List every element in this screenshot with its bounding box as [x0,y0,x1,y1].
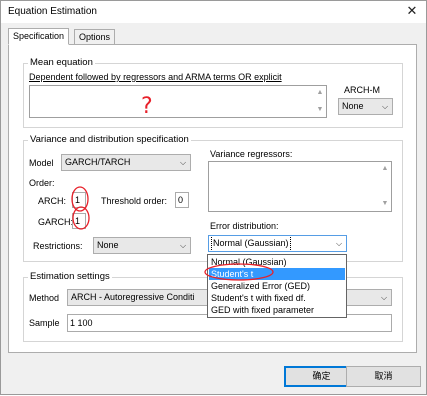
arch-m-label: ARCH-M [344,85,380,95]
variance-regressors-label: Variance regressors: [210,149,293,159]
estimation-group-label: Estimation settings [28,271,112,282]
scroll-down-icon[interactable]: ▼ [314,104,326,116]
chevron-down-icon: ⌵ [176,155,190,170]
arch-order-input[interactable]: 1 [72,192,86,208]
threshold-order-input[interactable]: 0 [175,192,189,208]
arch-m-select[interactable]: None ⌵ [338,98,393,115]
mean-equation-label: Mean equation [28,57,95,68]
list-item[interactable]: Student's t with fixed df. [209,292,345,304]
method-value: ARCH - Autoregressive Conditi [71,292,195,302]
sample-label: Sample [29,318,60,328]
scroll-up-icon[interactable]: ▲ [314,87,326,99]
model-select[interactable]: GARCH/TARCH ⌵ [61,154,191,171]
garch-order-label: GARCH: [38,217,74,227]
mean-equation-input[interactable]: ▲ ▼ [29,85,327,118]
method-label: Method [29,293,60,303]
variance-regressors-scrollbar[interactable]: ▲ ▼ [379,162,391,211]
error-distribution-dropdown: Normal (Gaussian) Student's t Generalize… [207,254,347,318]
chevron-down-icon: ⌵ [176,238,190,253]
chevron-down-icon: ⌵ [377,290,391,305]
list-item[interactable]: Normal (Gaussian) [209,256,345,268]
threshold-order-label: Threshold order: [101,196,168,206]
cancel-button[interactable]: 取消 [346,366,421,387]
list-item[interactable]: GED with fixed parameter [209,304,345,316]
garch-order-input[interactable]: 1 [72,213,86,229]
chevron-down-icon: ⌵ [378,99,392,114]
close-icon[interactable]: ✕ [404,3,420,19]
arch-m-value: None [342,101,364,111]
error-distribution-value: Normal (Gaussian) [211,236,291,251]
variance-regressors-input[interactable]: ▲ ▼ [208,161,392,212]
tab-specification[interactable]: Specification [8,28,70,45]
order-label: Order: [29,178,55,188]
equation-estimation-dialog: Equation Estimation ✕ Specification Opti… [0,0,427,395]
error-distribution-label: Error distribution: [210,221,279,231]
scroll-up-icon[interactable]: ▲ [379,163,391,175]
mean-equation-description: Dependent followed by regressors and ARM… [29,72,282,82]
restrictions-select[interactable]: None ⌵ [93,237,191,254]
error-distribution-select[interactable]: Normal (Gaussian) ⌵ [208,235,347,252]
arch-order-label: ARCH: [38,196,67,206]
window-title: Equation Estimation [8,6,97,17]
chevron-down-icon: ⌵ [332,236,346,251]
model-value: GARCH/TARCH [65,157,131,167]
title-bar: Equation Estimation ✕ [1,1,426,23]
tab-label: Options [79,32,111,42]
list-item[interactable]: Generalized Error (GED) [209,280,345,292]
tab-label: Specification [13,31,65,41]
scroll-down-icon[interactable]: ▼ [379,198,391,210]
restrictions-value: None [97,240,119,250]
variance-group-label: Variance and distribution specification [28,134,191,145]
list-item[interactable]: Student's t [209,268,345,280]
restrictions-label: Restrictions: [33,241,83,251]
model-label: Model [29,158,54,168]
mean-equation-scrollbar[interactable]: ▲ ▼ [314,86,326,117]
